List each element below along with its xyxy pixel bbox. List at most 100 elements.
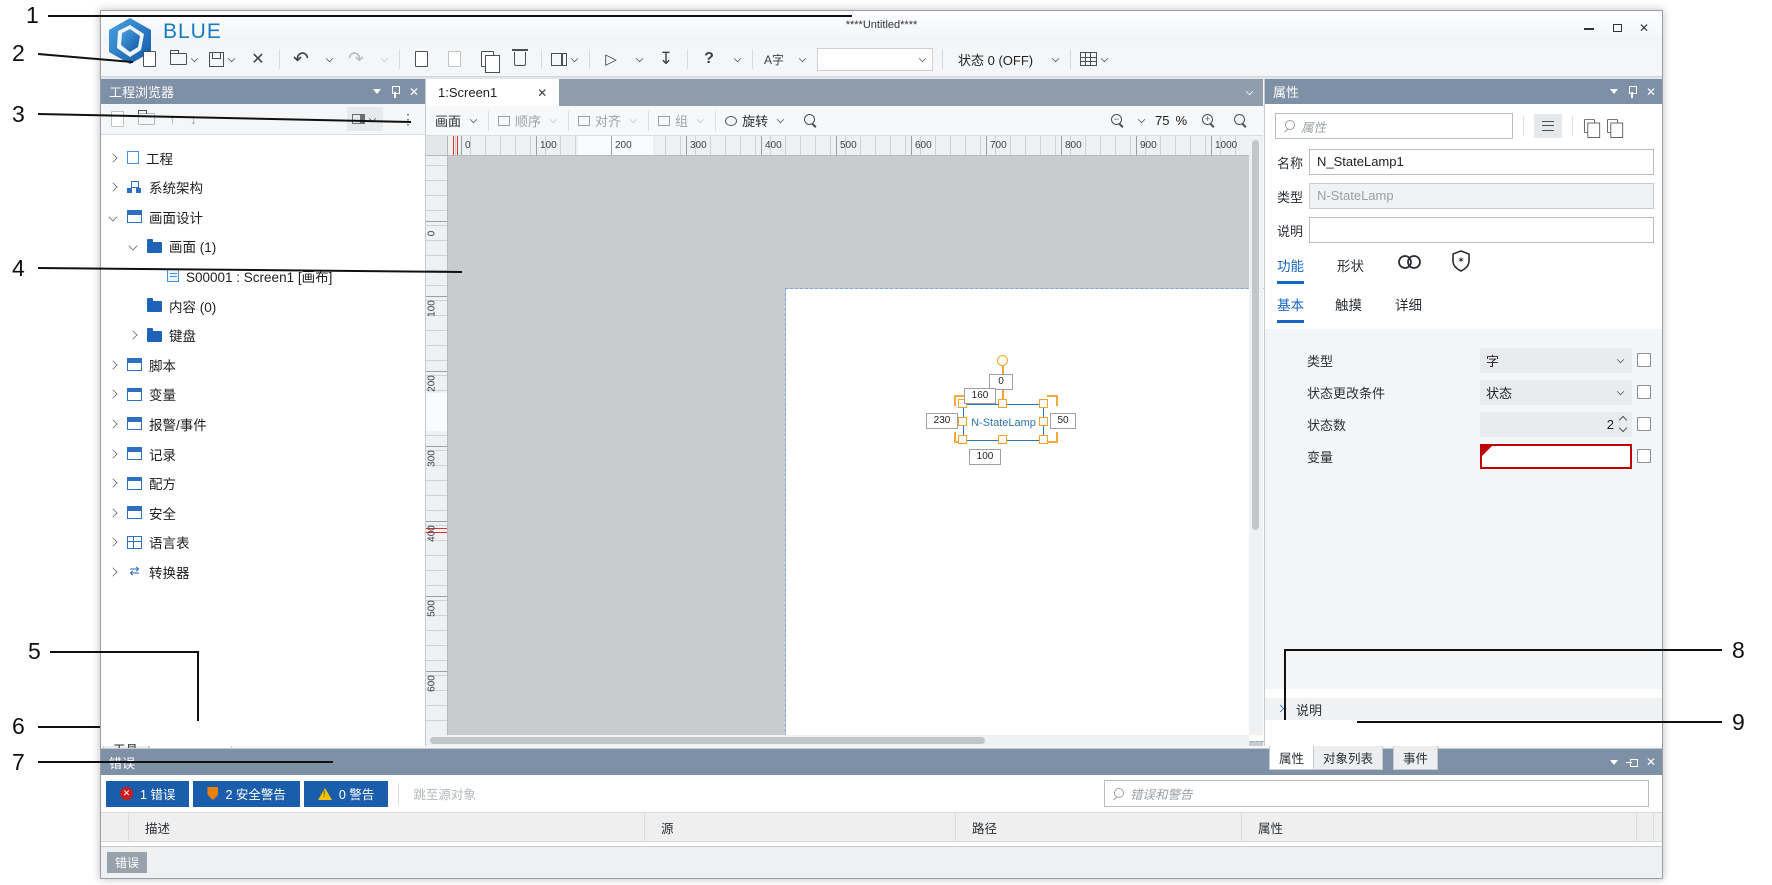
group-button[interactable]: 组: [649, 111, 715, 130]
resize-handle-ne[interactable]: [1039, 399, 1048, 408]
tree-item[interactable]: ⇄转换器: [101, 557, 425, 586]
copy-button[interactable]: [409, 47, 433, 71]
jump-to-source-button[interactable]: 跳至源对象: [413, 784, 476, 803]
align-button[interactable]: 对齐: [569, 111, 648, 130]
table-column-header[interactable]: 源: [645, 813, 956, 841]
resize-handle-n[interactable]: [998, 399, 1007, 408]
resize-handle-e[interactable]: [1039, 417, 1048, 426]
zoom-reset-button[interactable]: [1225, 114, 1257, 128]
resize-handle-sw[interactable]: [958, 435, 967, 444]
close-tab-icon[interactable]: ✕: [537, 86, 547, 100]
tree-chevron-icon[interactable]: [128, 331, 137, 340]
tree-item[interactable]: 脚本: [101, 350, 425, 379]
properties-bottom-tab[interactable]: 属性: [1269, 746, 1314, 770]
panel-menu-icon[interactable]: [373, 89, 381, 94]
tree-item[interactable]: 报警/事件: [101, 409, 425, 438]
close-button[interactable]: ✕: [1633, 21, 1655, 37]
add-folder-icon[interactable]: [138, 113, 155, 125]
pin-icon[interactable]: [390, 86, 400, 98]
filter-security-warning-button[interactable]: 2 安全警告: [193, 781, 299, 807]
rotation-handle[interactable]: [997, 355, 1008, 366]
duplicate-button[interactable]: [475, 47, 499, 71]
horizontal-scrollbar[interactable]: [426, 735, 1249, 746]
field-select[interactable]: 状态: [1480, 380, 1632, 405]
state-selector[interactable]: 状态 0 (OFF): [952, 50, 1039, 69]
copy-properties-icon[interactable]: [1584, 119, 1595, 133]
tab-shape[interactable]: 形状: [1337, 255, 1364, 275]
pin-icon[interactable]: [1627, 86, 1637, 98]
zoom-out-button[interactable]: −: [1102, 114, 1134, 128]
tab-function[interactable]: 功能: [1277, 255, 1304, 275]
save-button[interactable]: [209, 47, 237, 71]
close-panel-icon[interactable]: ✕: [1646, 755, 1656, 769]
resize-handle-s[interactable]: [998, 435, 1007, 444]
window-layout-button[interactable]: [551, 47, 580, 71]
tree-chevron-icon[interactable]: [108, 212, 117, 221]
tree-item[interactable]: 画面设计: [101, 202, 425, 231]
tree-item[interactable]: 语言表: [101, 528, 425, 557]
subtab-basic[interactable]: 基本: [1277, 294, 1304, 314]
download-button[interactable]: ↧: [654, 47, 678, 71]
tree-chevron-icon[interactable]: [108, 479, 117, 488]
table-column-header[interactable]: [1637, 813, 1654, 841]
description-input[interactable]: [1309, 217, 1654, 243]
paste-properties-icon[interactable]: [1607, 119, 1618, 133]
screen-menu-button[interactable]: 画面: [426, 111, 488, 130]
add-item-icon[interactable]: [111, 111, 124, 127]
more-options-icon[interactable]: ⋮: [401, 111, 415, 128]
delete-button[interactable]: [508, 47, 532, 71]
move-down-icon[interactable]: ↓: [190, 111, 197, 127]
filter-warning-button[interactable]: 0 警告: [304, 781, 388, 807]
tree-item[interactable]: 键盘: [101, 321, 425, 350]
field-select[interactable]: 字: [1480, 348, 1632, 373]
close-project-button[interactable]: ✕: [246, 47, 270, 71]
screen-tab[interactable]: 1:Screen1 ✕: [426, 79, 559, 106]
field-spinner[interactable]: 2: [1480, 412, 1632, 437]
list-view-button[interactable]: [1534, 114, 1562, 138]
properties-bottom-tab[interactable]: 对象列表: [1313, 746, 1383, 770]
tree-item[interactable]: 内容 (0): [101, 291, 425, 320]
paste-button[interactable]: [442, 47, 466, 71]
move-up-icon[interactable]: ↑: [169, 111, 176, 127]
subtab-detail[interactable]: 详细: [1395, 294, 1422, 314]
dock-mode-button[interactable]: [347, 107, 383, 131]
language-tool-button[interactable]: A字: [762, 47, 786, 71]
error-status-tab[interactable]: 错误: [107, 852, 147, 873]
table-column-header[interactable]: 描述: [129, 813, 645, 841]
table-column-header[interactable]: 属性: [1242, 813, 1637, 841]
table-view-button[interactable]: [1080, 47, 1110, 71]
tree-chevron-icon[interactable]: [108, 419, 117, 428]
maximize-button[interactable]: [1606, 21, 1628, 37]
panel-menu-icon[interactable]: [1610, 89, 1618, 94]
close-panel-icon[interactable]: ✕: [409, 85, 419, 99]
tree-item[interactable]: 安全: [101, 498, 425, 527]
open-button[interactable]: [170, 47, 200, 71]
help-button[interactable]: ?: [697, 47, 721, 71]
vertical-scrollbar[interactable]: [1249, 136, 1263, 735]
table-column-header[interactable]: [101, 813, 129, 841]
subtab-touch[interactable]: 触摸: [1335, 294, 1362, 314]
field-checkbox[interactable]: [1637, 385, 1651, 399]
error-search[interactable]: 错误和警告: [1104, 780, 1649, 807]
new-file-button[interactable]: [137, 47, 161, 71]
tree-item[interactable]: 配方: [101, 469, 425, 498]
resize-handle-se[interactable]: [1039, 435, 1048, 444]
field-checkbox[interactable]: [1637, 353, 1651, 367]
tree-chevron-icon[interactable]: [128, 242, 137, 251]
tree-chevron-icon[interactable]: [108, 538, 117, 547]
resize-handle-w[interactable]: [958, 417, 967, 426]
tree-item[interactable]: 画面 (1): [101, 232, 425, 261]
filter-error-button[interactable]: ✕1 错误: [106, 781, 189, 807]
field-checkbox[interactable]: [1637, 417, 1651, 431]
tree-chevron-icon[interactable]: [108, 508, 117, 517]
table-column-header[interactable]: 路径: [956, 813, 1242, 841]
tree-item[interactable]: 系统架构: [101, 173, 425, 202]
tree-chevron-icon[interactable]: [108, 360, 117, 369]
minimize-button[interactable]: [1578, 21, 1600, 37]
tree-item[interactable]: 变量: [101, 380, 425, 409]
tree-item[interactable]: 工程: [101, 143, 425, 172]
description-expander[interactable]: 说明: [1265, 698, 1662, 720]
properties-bottom-tab[interactable]: 事件: [1393, 746, 1438, 770]
tree-chevron-icon[interactable]: [108, 183, 117, 192]
zoom-level-dropdown-icon[interactable]: [1138, 116, 1145, 123]
